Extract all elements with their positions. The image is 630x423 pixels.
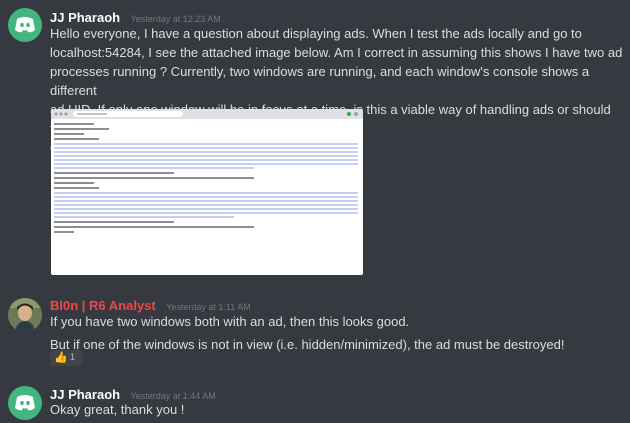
message-line: If you have two windows both with an ad,… [50, 314, 410, 329]
message-line: localhost:54284, I see the attached imag… [50, 45, 623, 60]
timestamp: Yesterday at 12:23 AM [130, 14, 221, 24]
image-attachment[interactable] [51, 109, 363, 275]
reaction-count: 1 [70, 352, 76, 362]
thumbs-up-emoji: 👍 [54, 352, 68, 364]
username[interactable]: JJ Pharaoh [50, 10, 120, 25]
message-line: But if one of the windows is not in view… [50, 337, 565, 352]
message-text: If you have two windows both with an ad,… [50, 312, 564, 354]
discord-logo-icon[interactable] [8, 8, 42, 42]
message-text: Okay great, thank you ! [50, 400, 184, 419]
message-1: JJ Pharaoh Yesterday at 12:23 AM Hello e… [0, 0, 630, 155]
username[interactable]: Bl0n | R6 Analyst [50, 298, 156, 313]
message-3: JJ Pharaoh Yesterday at 1:44 AM Okay gre… [0, 378, 630, 423]
message-2: Bl0n | R6 Analyst Yesterday at 1:11 AM I… [0, 290, 630, 375]
reaction-thumbs-up[interactable]: 👍 1 [50, 350, 82, 366]
user-photo-avatar[interactable] [8, 298, 42, 332]
discord-logo-icon[interactable] [8, 386, 42, 420]
message-line: processes running ? Currently, two windo… [50, 64, 590, 98]
message-line: Okay great, thank you ! [50, 402, 185, 417]
message-line: Hello everyone, I have a question about … [50, 26, 582, 41]
timestamp: Yesterday at 1:11 AM [166, 302, 251, 312]
